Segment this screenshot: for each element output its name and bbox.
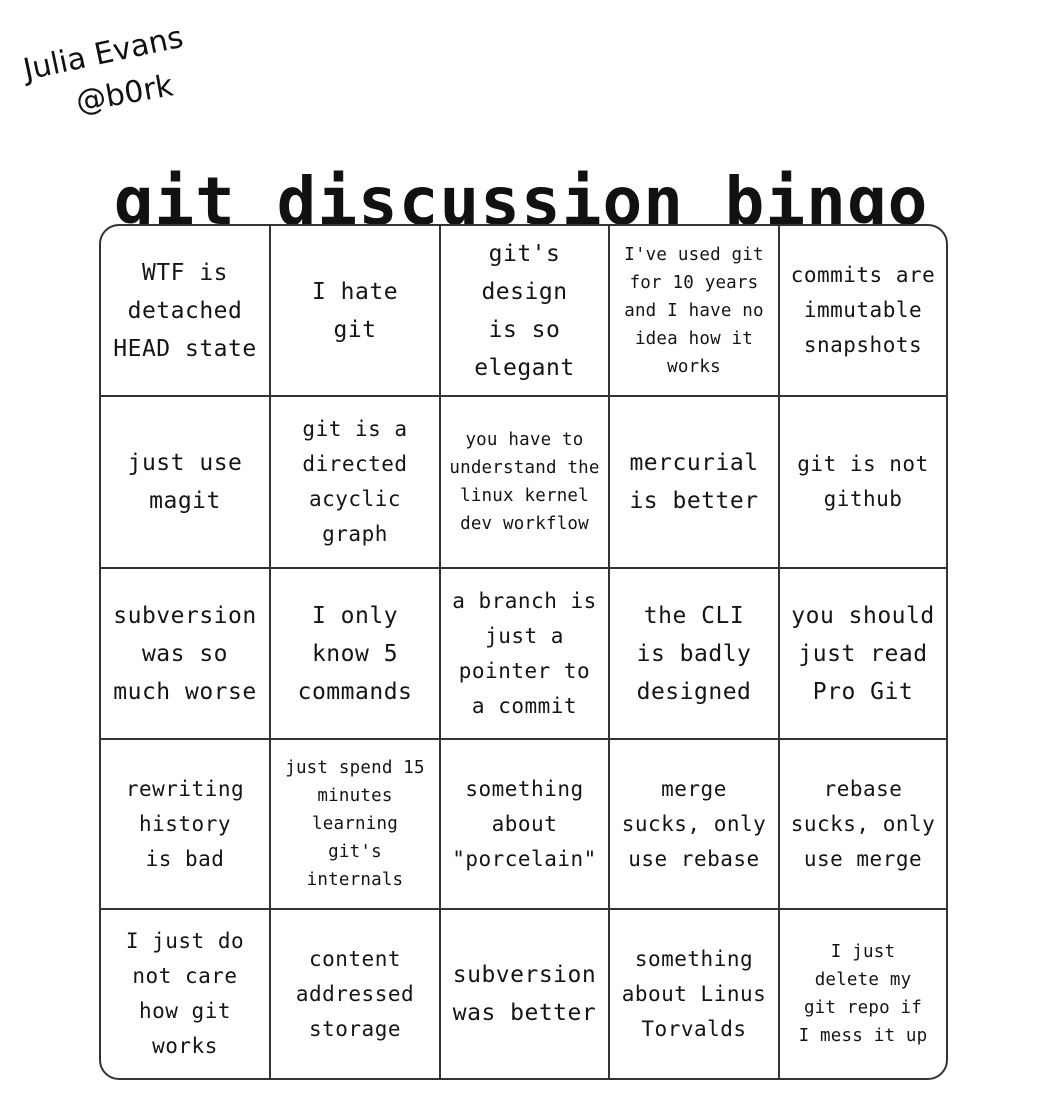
bingo-cell[interactable]: rewriting history is bad	[101, 740, 271, 910]
bingo-cell[interactable]: git is a directed acyclic graph	[271, 397, 441, 569]
bingo-cell[interactable]: merge sucks, only use rebase	[610, 740, 780, 910]
bingo-cell[interactable]: rebase sucks, only use merge	[780, 740, 946, 910]
author-handle: @b0rk	[73, 68, 176, 120]
handwritten-signature-graphic: Julia Evans @b0rk	[18, 20, 186, 120]
bingo-cell[interactable]: subversion was so much worse	[101, 569, 271, 740]
bingo-cell[interactable]: git is not github	[780, 397, 946, 569]
bingo-cell[interactable]: something about "porcelain"	[441, 740, 610, 910]
bingo-cell[interactable]: you have to understand the linux kernel …	[441, 397, 610, 569]
bingo-cell[interactable]: just use magit	[101, 397, 271, 569]
bingo-cell[interactable]: just spend 15 minutes learning git's int…	[271, 740, 441, 910]
bingo-cell[interactable]: I hate git	[271, 226, 441, 397]
bingo-cell[interactable]: I just do not care how git works	[101, 910, 271, 1078]
bingo-cell[interactable]: I only know 5 commands	[271, 569, 441, 740]
bingo-cell[interactable]: the CLI is badly designed	[610, 569, 780, 740]
bingo-cell[interactable]: commits are immutable snapshots	[780, 226, 946, 397]
bingo-cell[interactable]: subversion was better	[441, 910, 610, 1078]
bingo-cell[interactable]: git's design is so elegant	[441, 226, 610, 397]
author-signature: Julia Evans @b0rk	[18, 18, 300, 120]
bingo-board: WTF is detached HEAD state I hate git git'…	[99, 224, 948, 1080]
bingo-cell[interactable]: content addressed storage	[271, 910, 441, 1078]
bingo-cell[interactable]: a branch is just a pointer to a commit	[441, 569, 610, 740]
bingo-cell[interactable]: I just delete my git repo if I mess it u…	[780, 910, 946, 1078]
bingo-cell[interactable]: you should just read Pro Git	[780, 569, 946, 740]
bingo-cell[interactable]: something about Linus Torvalds	[610, 910, 780, 1078]
bingo-cell[interactable]: mercurial is better	[610, 397, 780, 569]
bingo-cell[interactable]: WTF is detached HEAD state	[101, 226, 271, 397]
bingo-cell[interactable]: I've used git for 10 years and I have no…	[610, 226, 780, 397]
